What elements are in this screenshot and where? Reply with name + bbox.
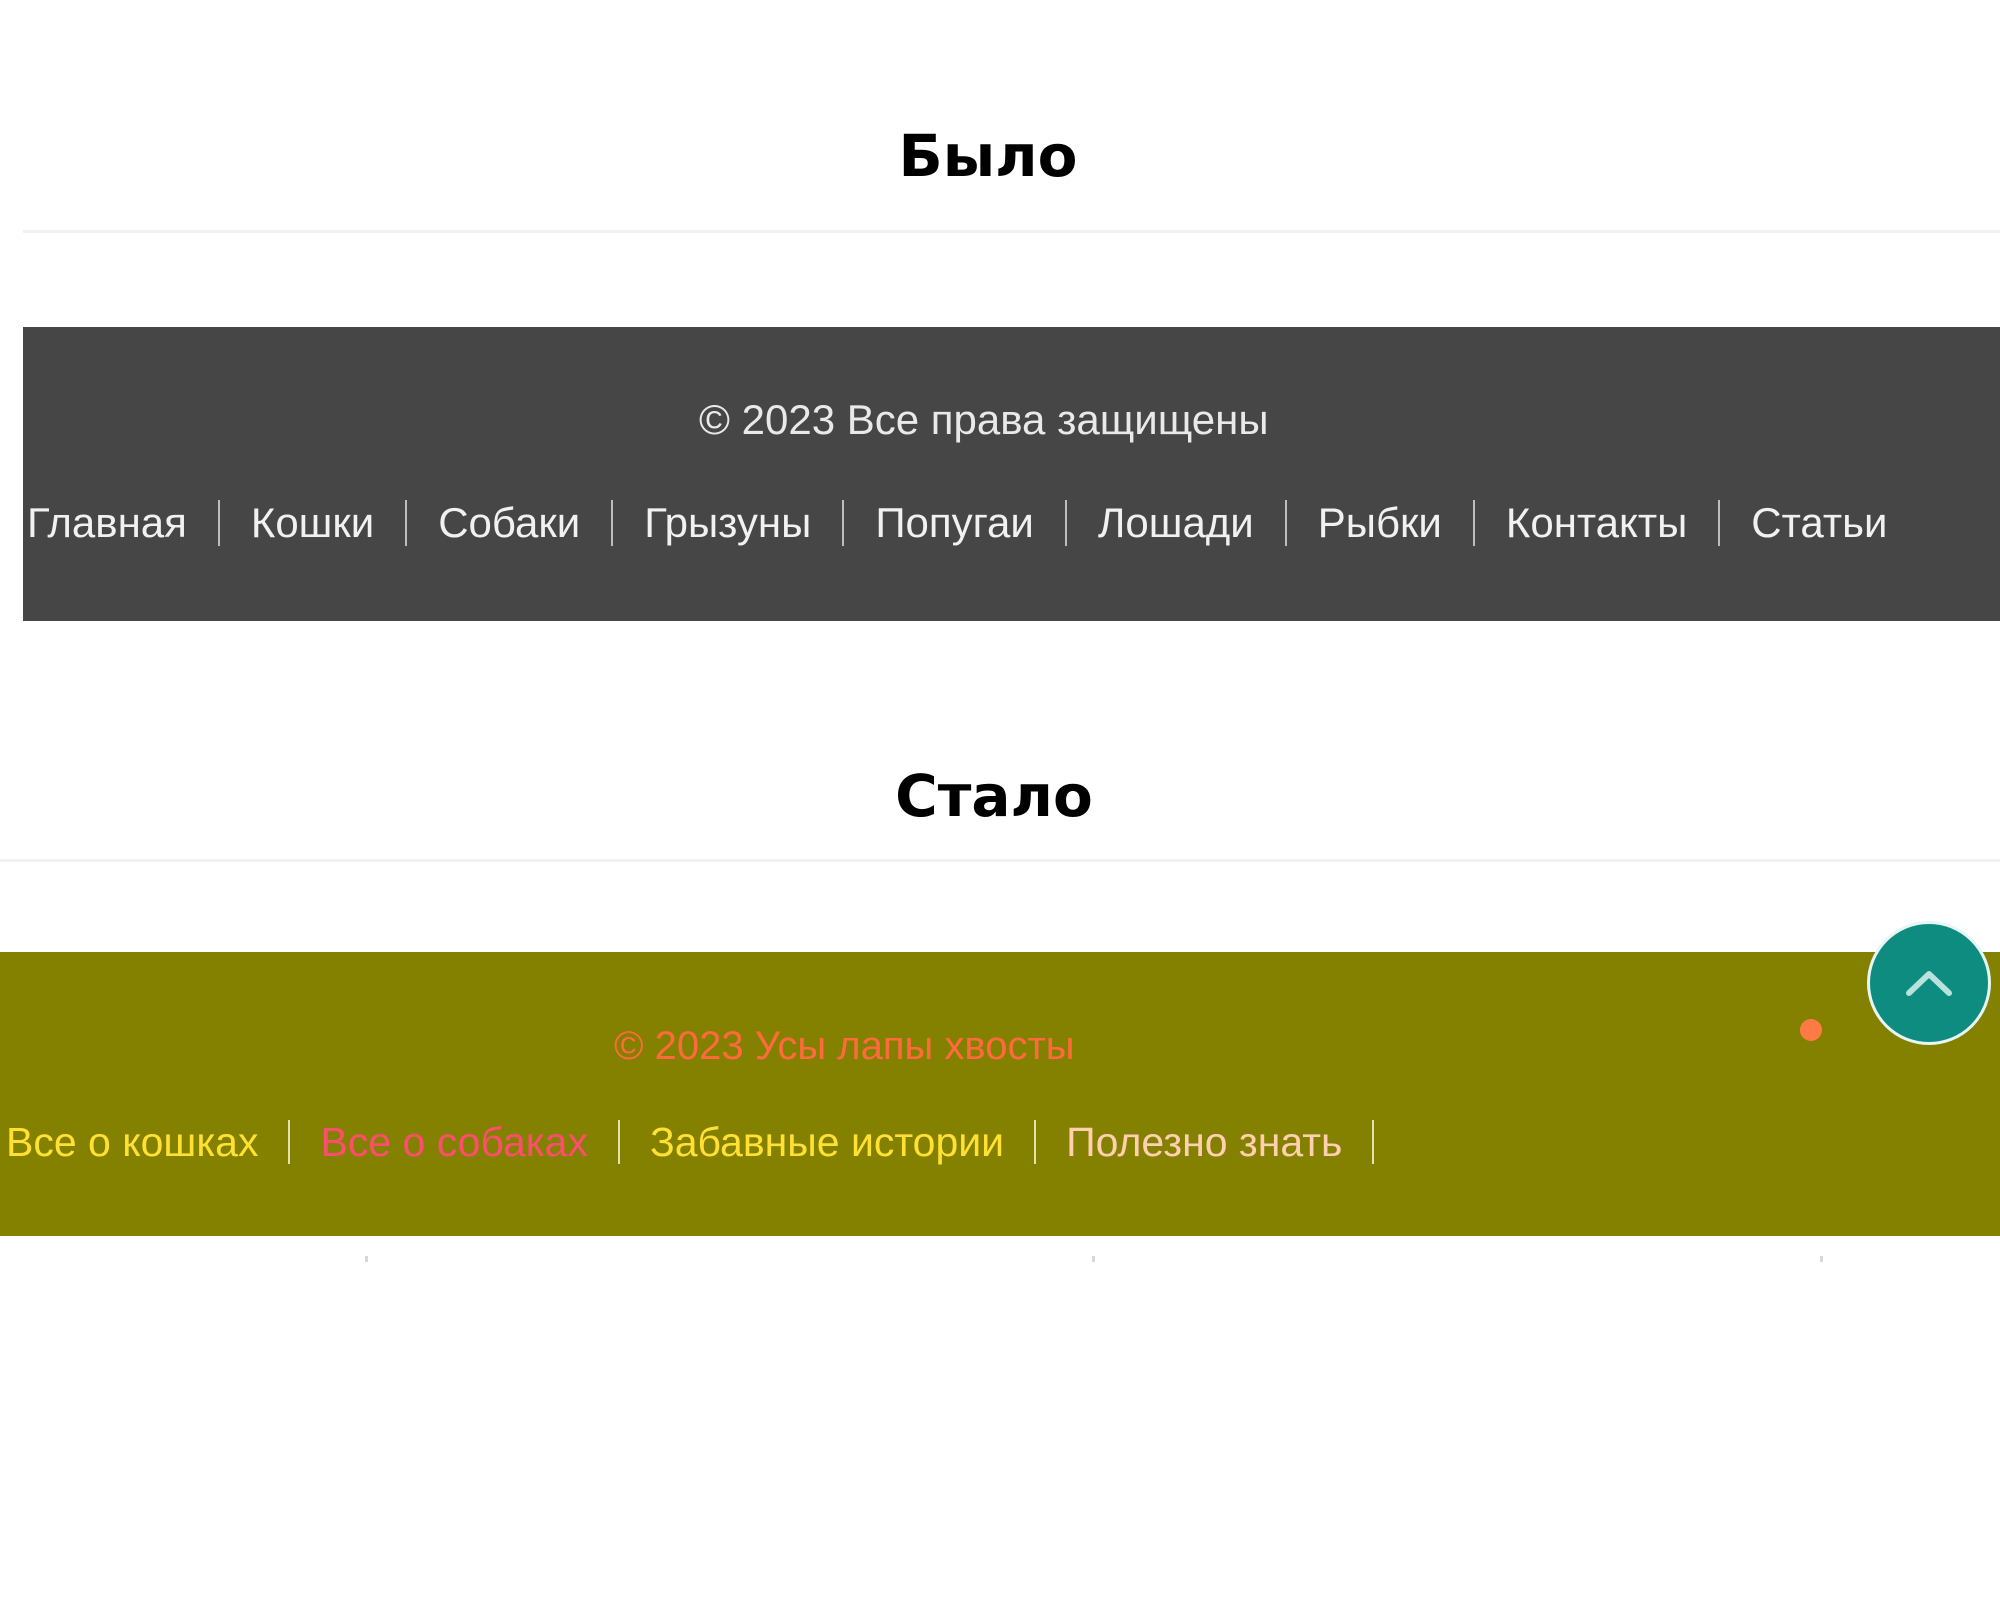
nav-link-articles[interactable]: Статьи bbox=[1751, 499, 1887, 547]
divider bbox=[23, 230, 2000, 233]
nav-separator bbox=[288, 1120, 291, 1164]
nav-link-contacts[interactable]: Контакты bbox=[1506, 499, 1687, 547]
nav-separator bbox=[405, 500, 408, 546]
footer-nav: Все о кошках Все о собаках Забавные исто… bbox=[6, 1116, 1404, 1168]
scroll-to-top-button[interactable] bbox=[1867, 921, 1991, 1045]
nav-separator bbox=[217, 500, 220, 546]
nav-separator bbox=[617, 1120, 620, 1164]
nav-link-funny-stories[interactable]: Забавные истории bbox=[650, 1119, 1004, 1166]
nav-separator bbox=[1284, 500, 1287, 546]
divider bbox=[0, 859, 2000, 862]
nav-link-horses[interactable]: Лошади bbox=[1098, 499, 1254, 547]
nav-link-useful-info[interactable]: Полезно знать bbox=[1066, 1119, 1342, 1166]
footer-nav: Главная Кошки Собаки Грызуны Попугаи Лош… bbox=[27, 497, 1887, 549]
nav-separator bbox=[1472, 500, 1475, 546]
tick-mark bbox=[1820, 1256, 1823, 1262]
nav-separator bbox=[1064, 500, 1067, 546]
nav-link-home[interactable]: Главная bbox=[27, 499, 187, 547]
comparison-page: Было © 2023 Все права защищены Главная К… bbox=[0, 0, 2000, 1600]
chevron-up-icon bbox=[1904, 968, 1954, 998]
tick-mark bbox=[365, 1256, 368, 1262]
nav-link-dogs[interactable]: Собаки bbox=[438, 499, 580, 547]
nav-separator bbox=[1372, 1120, 1375, 1164]
indicator-dot bbox=[1800, 1019, 1822, 1041]
nav-separator bbox=[842, 500, 845, 546]
nav-link-cats[interactable]: Кошки bbox=[251, 499, 374, 547]
before-heading: Было bbox=[898, 122, 1078, 190]
nav-link-about-dogs[interactable]: Все о собаках bbox=[320, 1119, 587, 1166]
nav-link-parrots[interactable]: Попугаи bbox=[875, 499, 1034, 547]
nav-separator bbox=[611, 500, 614, 546]
nav-separator bbox=[1034, 1120, 1037, 1164]
footer-copyright: © 2023 Усы лапы хвосты bbox=[614, 1024, 1075, 1068]
nav-separator bbox=[1718, 500, 1721, 546]
footer-copyright: © 2023 Все права защищены bbox=[699, 396, 1269, 443]
footer-before: © 2023 Все права защищены Главная Кошки … bbox=[23, 327, 2000, 621]
nav-link-about-cats[interactable]: Все о кошках bbox=[6, 1119, 258, 1166]
nav-link-fish[interactable]: Рыбки bbox=[1318, 499, 1442, 547]
nav-link-rodents[interactable]: Грызуны bbox=[644, 499, 811, 547]
footer-after: © 2023 Усы лапы хвосты Все о кошках Все … bbox=[0, 952, 2000, 1236]
tick-mark bbox=[1092, 1256, 1095, 1262]
after-heading: Стало bbox=[895, 762, 1093, 830]
